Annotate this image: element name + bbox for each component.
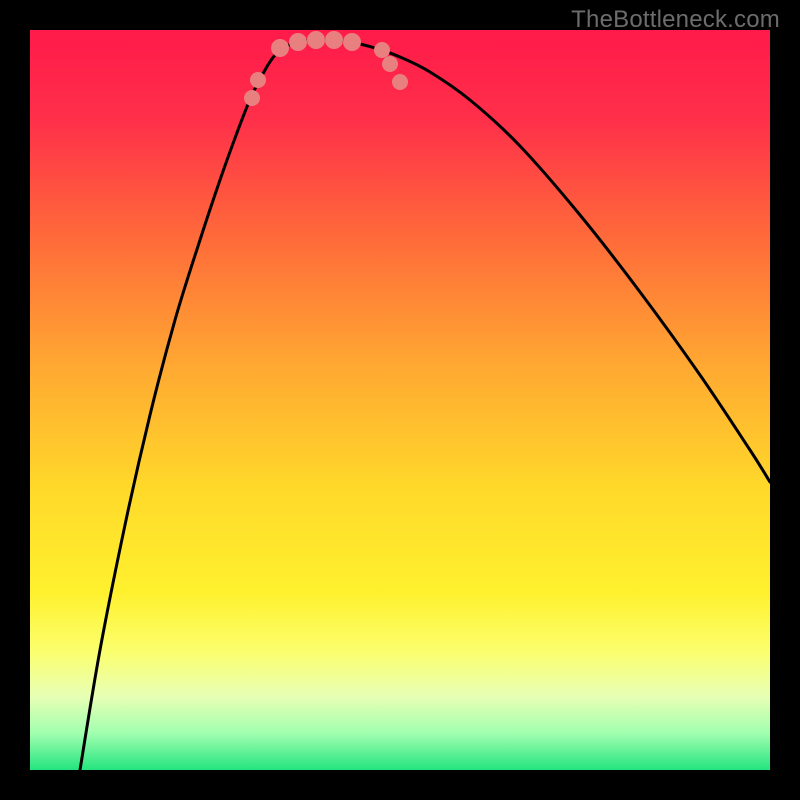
data-marker (343, 33, 361, 51)
data-marker (244, 90, 260, 106)
data-marker (289, 33, 307, 51)
chart-frame: TheBottleneck.com (0, 0, 800, 800)
data-marker (307, 31, 325, 49)
data-marker (392, 74, 408, 90)
data-marker (382, 56, 398, 72)
data-marker (250, 72, 266, 88)
data-marker (271, 39, 289, 57)
data-marker (325, 31, 343, 49)
data-marker (374, 42, 390, 58)
plot-area (30, 30, 770, 770)
bottleneck-curve (30, 30, 770, 770)
